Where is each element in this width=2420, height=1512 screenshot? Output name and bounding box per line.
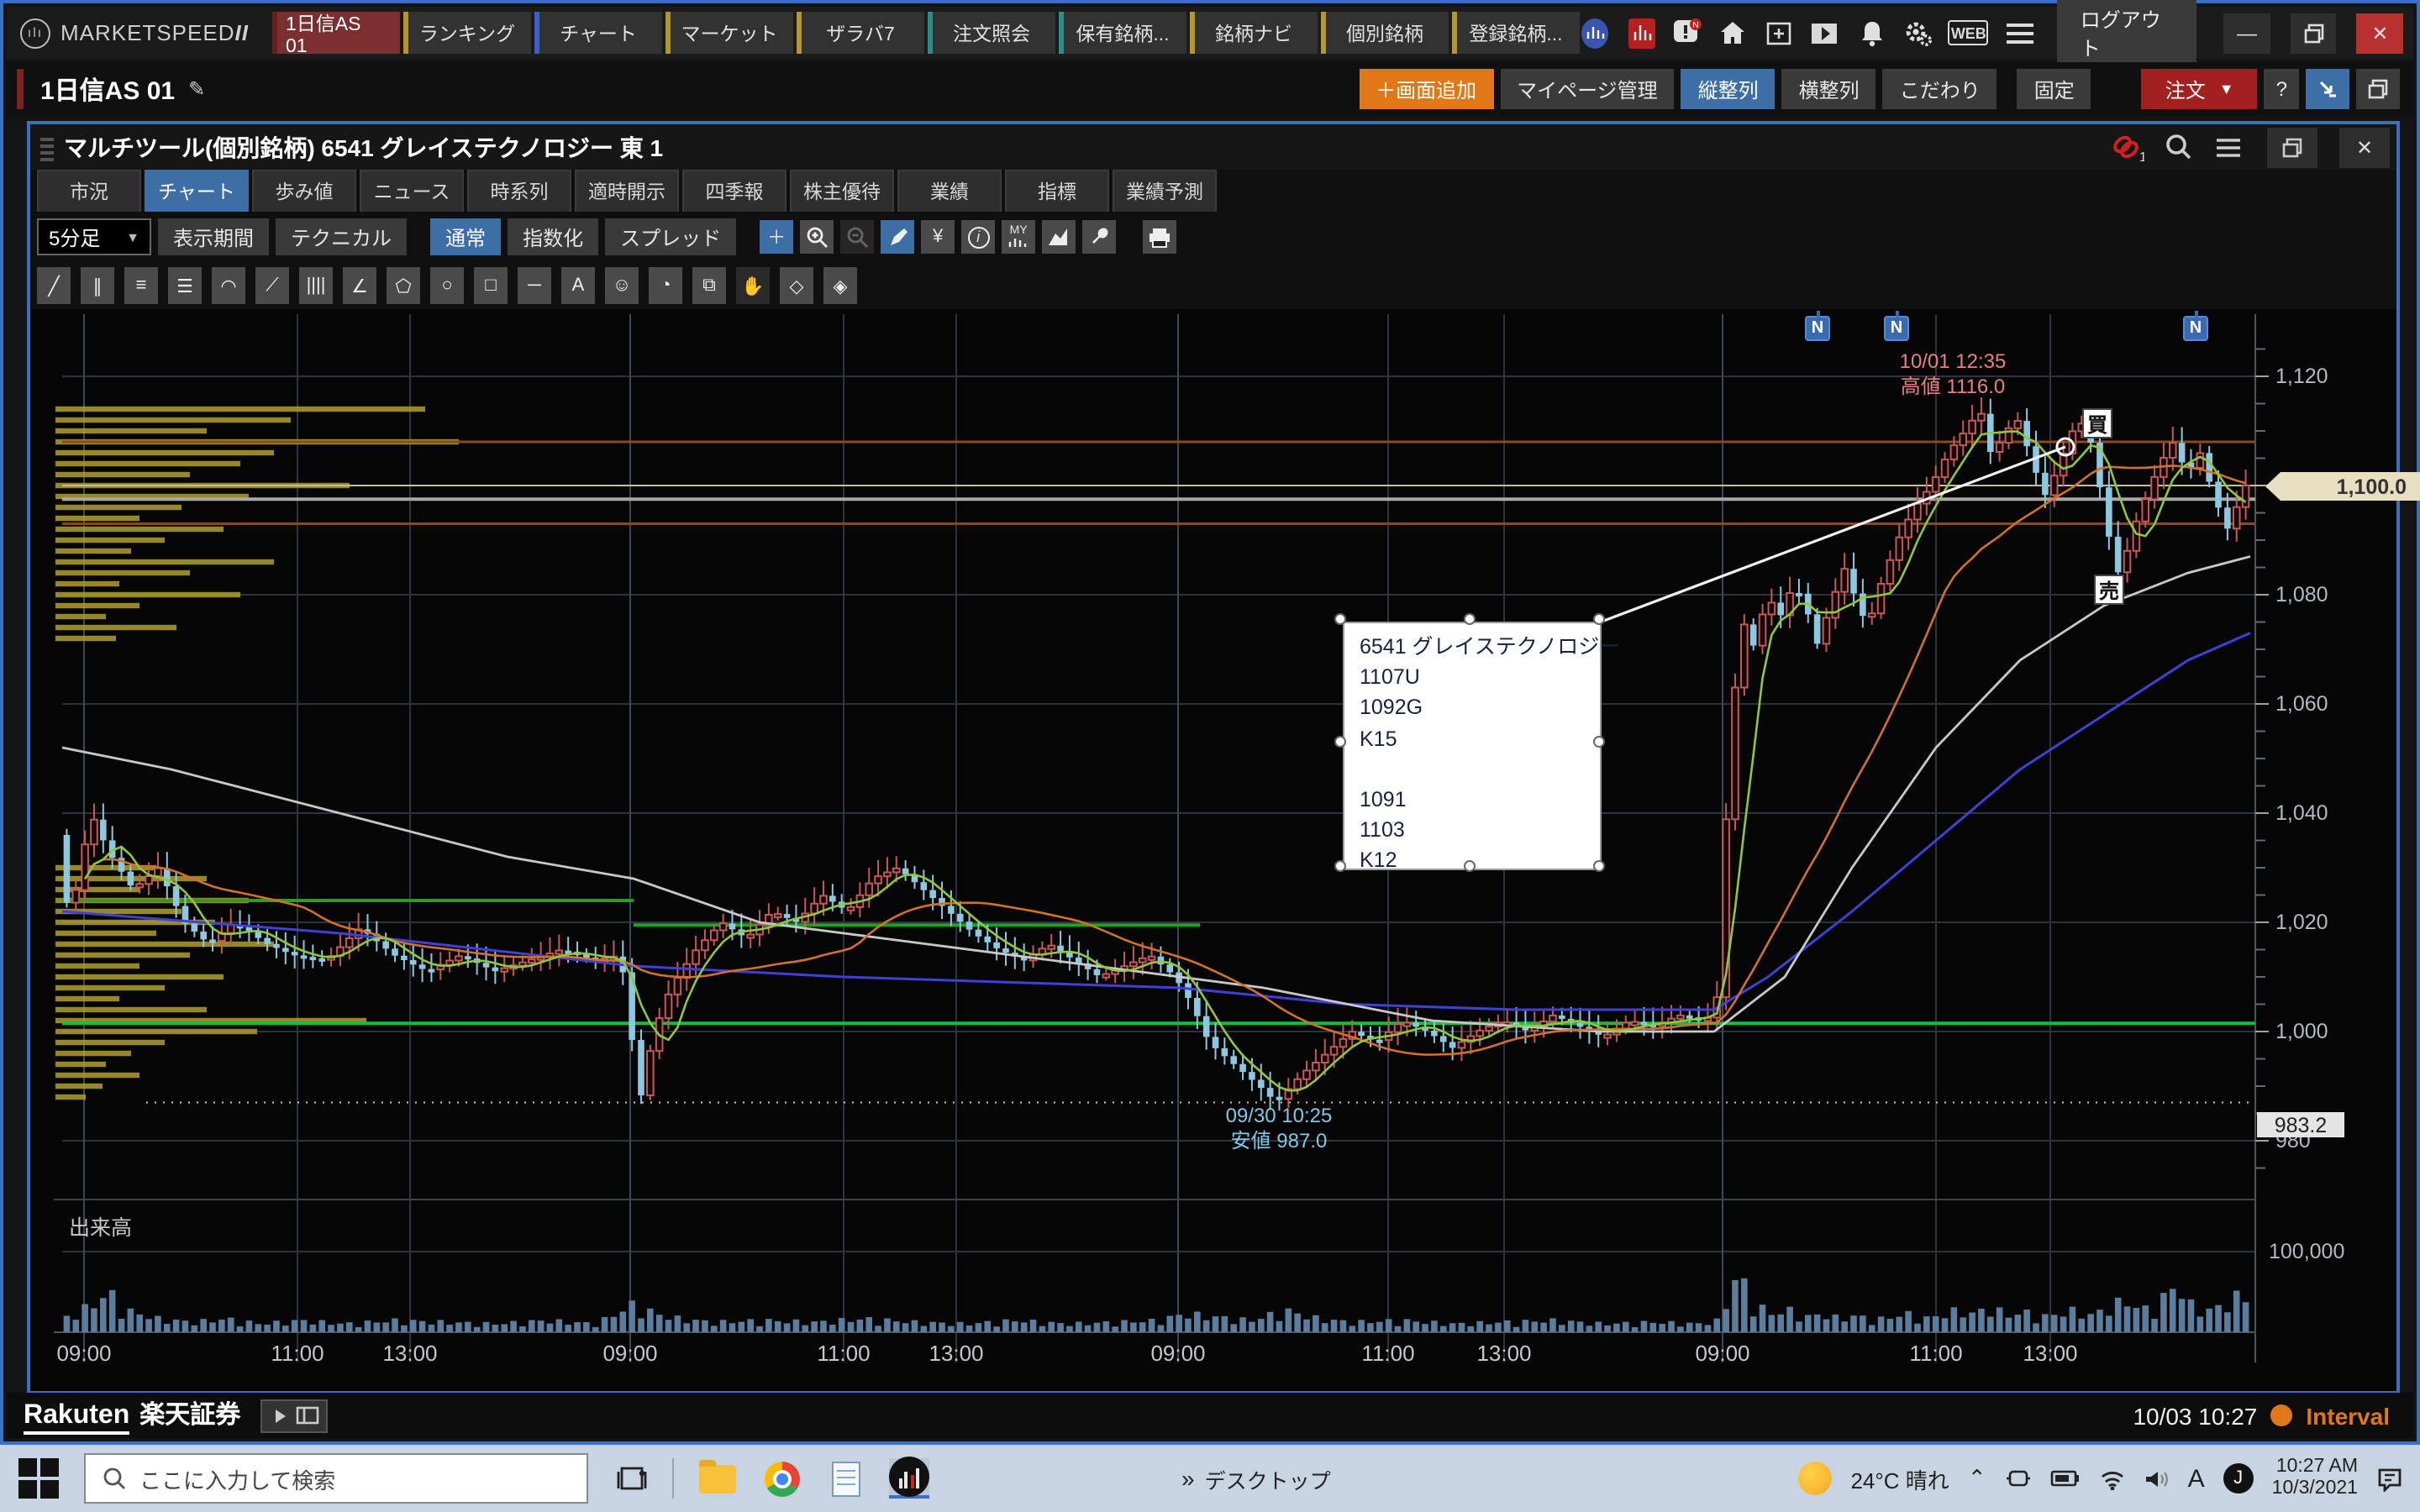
note-line: 1092G: [1360, 693, 1585, 723]
note-line: 6541 グレイステクノロジー: [1360, 632, 1585, 662]
price-chart-svg[interactable]: 9801,0001,0201,0401,0601,0801,1001,12010…: [3, 3, 2420, 1448]
ime-mode-a[interactable]: A: [2188, 1464, 2205, 1493]
weather-label[interactable]: 24°C 晴れ: [1850, 1462, 1949, 1494]
status-right: 10/03 10:27 Interval: [2133, 1402, 2413, 1429]
svg-text:100,000: 100,000: [2269, 1240, 2344, 1263]
volume-pane-label: 出来高: [69, 1210, 132, 1242]
desktop-toolbar[interactable]: » デスクトップ: [1181, 1462, 1331, 1494]
marketspeed-app-window: ılı MARKETSPEEDII 1日信AS 01ランキングチャートマーケット…: [0, 0, 2420, 1445]
svg-text:11:00: 11:00: [271, 1341, 324, 1366]
usb-icon[interactable]: [2005, 1467, 2032, 1490]
taskbar-clock[interactable]: 10:27 AM 10/3/2021: [2272, 1456, 2358, 1501]
news-marker[interactable]: N: [1805, 316, 1830, 341]
panel-toggle-button[interactable]: [260, 1399, 328, 1432]
svg-text:11:00: 11:00: [1909, 1341, 1962, 1366]
annotation-handle[interactable]: [1593, 736, 1605, 748]
weather-icon[interactable]: [1798, 1462, 1832, 1495]
high-annotation: 10/01 12:35高値 1116.0: [1827, 349, 2079, 398]
screen: ılı MARKETSPEEDII 1日信AS 01ランキングチャートマーケット…: [0, 0, 2420, 1512]
svg-text:09:00: 09:00: [1150, 1341, 1205, 1366]
rakuten-logo-jp: 楽天証券: [139, 1396, 240, 1431]
note-line: 1091: [1360, 785, 1585, 815]
marketspeed-taskbar-icon[interactable]: [889, 1458, 929, 1499]
desktop-label: デスクトップ: [1205, 1462, 1331, 1494]
ime-language-icon[interactable]: J: [2223, 1463, 2254, 1494]
news-marker[interactable]: N: [1884, 316, 1909, 341]
task-view-icon[interactable]: [612, 1458, 652, 1499]
news-marker[interactable]: N: [2183, 316, 2208, 341]
taskbar-tray: 24°C 晴れ ⌃ A J 10:27 AM 10/3/2021: [1798, 1456, 2420, 1501]
annotation-handle[interactable]: [1593, 613, 1605, 625]
svg-text:13:00: 13:00: [929, 1341, 983, 1366]
volume-icon[interactable]: [2144, 1467, 2170, 1489]
svg-text:1,000: 1,000: [2275, 1020, 2328, 1043]
chevrons: »: [1181, 1465, 1195, 1492]
rakuten-logo: Rakuten 楽天証券: [24, 1396, 240, 1435]
taskbar-separator: [672, 1458, 674, 1499]
interval-label: Interval: [2306, 1402, 2390, 1429]
svg-text:1,080: 1,080: [2275, 583, 2328, 606]
chart-note-annotation[interactable]: 6541 グレイステクノロジー1107U1092GK1510911103K12: [1343, 622, 1602, 870]
svg-text:1,060: 1,060: [2275, 692, 2328, 716]
svg-text:13:00: 13:00: [1476, 1341, 1531, 1366]
svg-text:13:00: 13:00: [2023, 1341, 2077, 1366]
annotation-handle[interactable]: [1464, 860, 1476, 872]
chrome-icon[interactable]: [761, 1458, 802, 1499]
search-icon: [103, 1467, 126, 1490]
clock-date: 10/3/2021: [2272, 1478, 2358, 1501]
annotation-handle[interactable]: [1593, 860, 1605, 872]
status-datetime: 10/03 10:27: [2133, 1402, 2257, 1429]
rakuten-logo-en: Rakuten: [24, 1401, 129, 1435]
taskbar-search-input[interactable]: ここに入力して検索: [84, 1453, 588, 1504]
wifi-icon[interactable]: [2099, 1467, 2126, 1489]
battery-icon[interactable]: [2050, 1468, 2081, 1488]
annotation-handle[interactable]: [1334, 736, 1346, 748]
start-button[interactable]: [17, 1457, 60, 1500]
note-line: K15: [1360, 723, 1585, 753]
svg-text:09:00: 09:00: [602, 1341, 657, 1366]
clock-time: 10:27 AM: [2272, 1456, 2358, 1478]
svg-text:13:00: 13:00: [382, 1341, 437, 1366]
note-line: 1107U: [1360, 662, 1585, 692]
svg-text:11:00: 11:00: [817, 1341, 870, 1366]
interval-indicator-icon: [2270, 1404, 2292, 1426]
status-bar: Rakuten 楽天証券 10/03 10:27 Interval: [7, 1393, 2413, 1438]
svg-text:1,120: 1,120: [2275, 365, 2328, 388]
tray-chevron-icon[interactable]: ⌃: [1968, 1465, 1986, 1492]
windows-taskbar: ここに入力して検索 » デスクトップ 24°C 晴れ ⌃ A J 10:27 A…: [0, 1445, 2420, 1512]
low-annotation: 09/30 10:25安値 987.0: [1153, 1104, 1405, 1152]
svg-text:1,020: 1,020: [2275, 911, 2328, 934]
svg-text:09:00: 09:00: [56, 1341, 111, 1366]
note-line: [1360, 754, 1585, 785]
session-low-tag: 983.2: [2257, 1112, 2344, 1137]
notepad-icon[interactable]: [825, 1458, 865, 1499]
svg-text:11:00: 11:00: [1361, 1341, 1414, 1366]
annotation-handle[interactable]: [1334, 860, 1346, 872]
sell-marker[interactable]: 売: [2094, 575, 2124, 605]
file-explorer-icon[interactable]: [697, 1458, 738, 1499]
current-price-tag: 1,100.0: [2265, 472, 2420, 501]
search-placeholder: ここに入力して検索: [139, 1462, 335, 1494]
annotation-handle[interactable]: [1464, 613, 1476, 625]
action-center-icon[interactable]: [2376, 1466, 2403, 1491]
buy-marker[interactable]: 買: [2082, 408, 2112, 438]
svg-text:09:00: 09:00: [1695, 1341, 1749, 1366]
annotation-handle[interactable]: [1334, 613, 1346, 625]
note-line: 1103: [1360, 815, 1585, 845]
svg-text:1,040: 1,040: [2275, 801, 2328, 825]
